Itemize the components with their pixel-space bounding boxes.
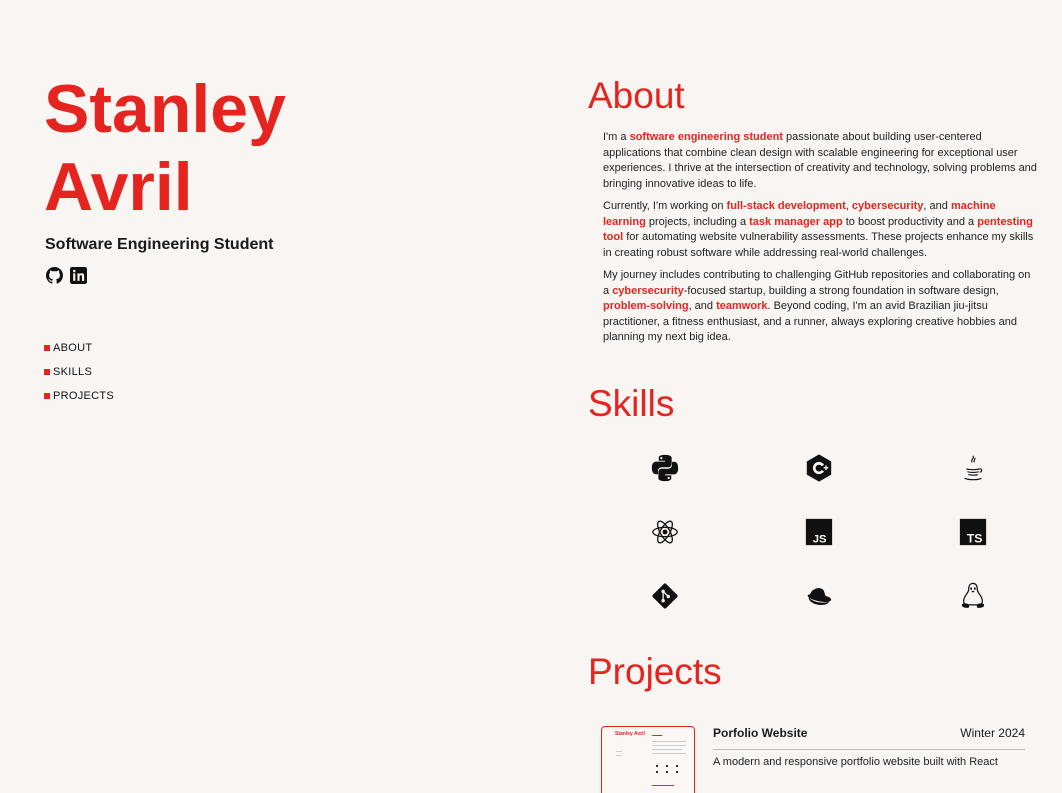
text: I'm a: [603, 131, 630, 143]
highlight: full-stack development: [726, 200, 846, 212]
social-links: [45, 266, 464, 284]
section-nav: ABOUT SKILLS PROJECTS: [44, 342, 464, 402]
about-paragraph-2: Currently, I'm working on full-stack dev…: [603, 199, 1039, 261]
project-header: Porfolio Website Winter 2024: [713, 726, 1025, 750]
skills-title: Skills: [588, 382, 675, 424]
skill-javascript: JS: [742, 500, 896, 564]
project-date: Winter 2024: [960, 725, 1025, 740]
nav-label: SKILLS: [53, 366, 93, 378]
red-hat-icon: [807, 587, 832, 605]
java-icon: [964, 455, 983, 480]
highlight: teamwork: [716, 300, 768, 312]
text: -focused startup, building a strong foun…: [683, 284, 999, 297]
right-column: About I'm a software engineering student…: [588, 76, 1038, 793]
about-section: About I'm a software engineering student…: [588, 76, 1038, 346]
github-icon: [45, 266, 63, 284]
highlight: cybersecurity: [851, 200, 924, 212]
skill-git: [588, 564, 742, 628]
skill-react: [588, 500, 742, 564]
last-name: Avril: [44, 149, 193, 225]
projects-section: Projects Stanley Avril Porfolio Website …: [588, 650, 1038, 793]
linkedin-link[interactable]: [69, 266, 87, 284]
thumbnail-dot: [666, 764, 668, 767]
subtitle: Software Engineering Student: [45, 236, 274, 253]
projects-title: Projects: [588, 650, 722, 692]
text: projects, including a: [645, 215, 750, 228]
linux-tux-icon: [961, 582, 985, 608]
highlight: software engineering student: [629, 131, 783, 143]
project-title[interactable]: Porfolio Website: [713, 726, 807, 740]
skill-typescript: TS: [896, 500, 1050, 564]
thumbnail-line: [616, 754, 622, 756]
project-info: Porfolio Website Winter 2024 A modern an…: [713, 726, 1025, 793]
thumbnail-line: [616, 750, 622, 752]
highlight: problem-solving: [603, 300, 689, 312]
skill-linux: [896, 564, 1050, 628]
nav-bullet-icon: [44, 369, 50, 375]
left-column: Stanley Avril Software Engineering Stude…: [44, 70, 464, 402]
highlight: task manager app: [749, 215, 843, 228]
skills-grid: JS TS: [588, 436, 1038, 628]
javascript-icon: JS: [805, 518, 833, 545]
thumbnail-line: [652, 734, 662, 736]
text: , and: [688, 300, 717, 312]
about-title: About: [588, 75, 685, 116]
first-name: Stanley: [44, 71, 286, 147]
nav-bullet-icon: [44, 345, 50, 351]
about-paragraph-1: I'm a software engineering student passi…: [603, 130, 1039, 192]
thumbnail-name: Stanley Avril: [615, 730, 645, 737]
nav-label: PROJECTS: [53, 390, 115, 402]
thumbnail-dot: [656, 764, 658, 767]
thumbnail-line: [652, 744, 686, 746]
text: Currently, I'm working on: [603, 200, 727, 212]
react-icon: [652, 520, 678, 543]
git-icon: [652, 583, 678, 608]
skills-section: Skills JS TS: [588, 382, 1038, 628]
github-link[interactable]: [45, 266, 63, 284]
skill-red-hat: [742, 564, 896, 628]
highlight: cybersecurity: [612, 284, 684, 297]
python-icon: [651, 454, 679, 481]
skill-cpp: [742, 436, 896, 500]
ts-label: TS: [967, 531, 983, 545]
text: to boost productivity and a: [842, 215, 978, 228]
thumbnail-line: [652, 784, 674, 786]
nav-item-projects[interactable]: PROJECTS: [44, 390, 464, 402]
skill-java: [896, 436, 1050, 500]
thumbnail-line: [652, 740, 686, 742]
js-label: JS: [813, 533, 827, 545]
thumbnail-dot: [656, 770, 658, 773]
project-card[interactable]: Stanley Avril Porfolio Website Winter 20…: [601, 725, 1025, 793]
thumbnail-dot: [666, 770, 668, 773]
skill-python: [588, 436, 742, 500]
project-thumbnail[interactable]: Stanley Avril: [601, 725, 695, 793]
about-paragraph-3: My journey includes contributing to chal…: [603, 268, 1039, 346]
nav-item-about[interactable]: ABOUT: [44, 342, 464, 354]
nav-item-skills[interactable]: SKILLS: [44, 366, 464, 378]
typescript-icon: TS: [959, 518, 987, 545]
c-plus-plus-icon: [806, 453, 832, 482]
thumbnail-line: [652, 752, 686, 754]
name-heading: Stanley Avril: [44, 70, 464, 226]
nav-label: ABOUT: [53, 342, 93, 354]
thumbnail-dot: [676, 764, 678, 767]
thumbnail-dot: [676, 770, 678, 773]
about-body: I'm a software engineering student passi…: [603, 130, 1039, 346]
thumbnail-line: [652, 748, 682, 750]
text: for automating website vulnerability ass…: [603, 231, 1034, 259]
linkedin-icon: [69, 266, 87, 284]
nav-bullet-icon: [44, 393, 50, 399]
project-description: A modern and responsive portfolio websit…: [713, 755, 998, 768]
portfolio-page: Stanley Avril Software Engineering Stude…: [0, 0, 1062, 793]
text: , and: [923, 200, 951, 212]
